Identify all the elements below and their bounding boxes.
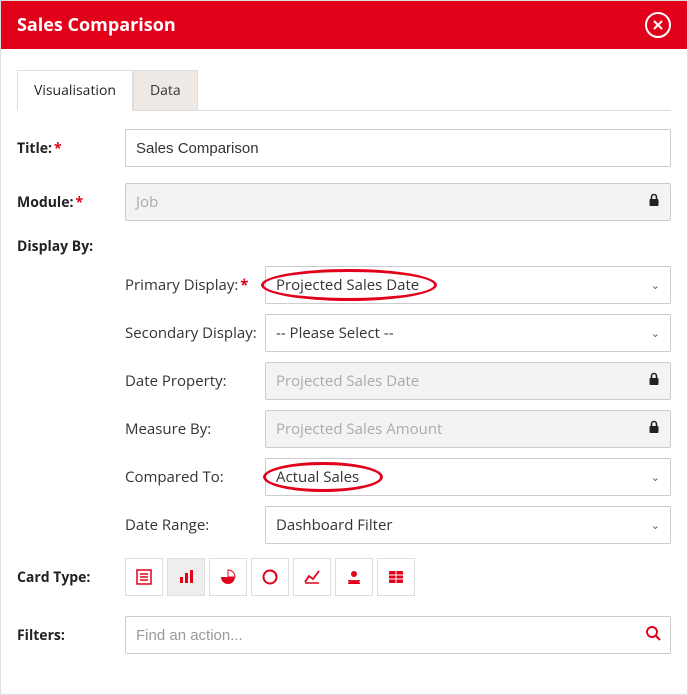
module-value: Job: [136, 192, 158, 212]
primary-display-value: Projected Sales Date: [276, 275, 419, 295]
lock-icon: [648, 192, 660, 212]
close-icon: [652, 19, 664, 31]
row-compared-to: Compared To: Actual Sales ⌄: [125, 458, 671, 496]
line-chart-icon: [303, 568, 321, 586]
row-filters: Filters:: [17, 616, 671, 654]
date-property-field: Projected Sales Date: [265, 362, 671, 400]
display-by-block: Primary Display:* Projected Sales Date ⌄…: [125, 266, 671, 544]
bar-chart-icon: [177, 568, 195, 586]
row-module: Module:* Job: [17, 183, 671, 221]
label-primary-display: Primary Display:*: [125, 275, 265, 295]
card-type-pie[interactable]: [209, 558, 247, 596]
chevron-down-icon: ⌄: [651, 518, 660, 533]
required-asterisk: *: [240, 275, 248, 295]
card-type-group: [125, 558, 671, 596]
list-icon: [135, 568, 153, 586]
row-card-type: Card Type:: [17, 558, 671, 596]
lock-icon: [648, 419, 660, 439]
tab-visualisation[interactable]: Visualisation: [17, 70, 133, 111]
chevron-down-icon: ⌄: [651, 326, 660, 341]
label-title: Title:*: [17, 139, 125, 158]
label-compared-to: Compared To:: [125, 467, 265, 487]
person-card-icon: [345, 568, 363, 586]
donut-chart-icon: [261, 568, 279, 586]
label-card-type: Card Type:: [17, 568, 125, 587]
card-type-line[interactable]: [293, 558, 331, 596]
measure-by-value: Projected Sales Amount: [276, 419, 442, 439]
card-type-list[interactable]: [125, 558, 163, 596]
row-primary-display: Primary Display:* Projected Sales Date ⌄: [125, 266, 671, 304]
table-icon: [387, 568, 405, 586]
title-input[interactable]: [125, 129, 671, 167]
label-filters: Filters:: [17, 626, 125, 645]
modal-title: Sales Comparison: [17, 13, 176, 37]
secondary-display-value: -- Please Select --: [276, 323, 394, 343]
close-button[interactable]: [645, 12, 671, 38]
tab-data[interactable]: Data: [133, 70, 198, 111]
measure-by-field: Projected Sales Amount: [265, 410, 671, 448]
label-module: Module:*: [17, 193, 125, 212]
row-title: Title:*: [17, 129, 671, 167]
required-asterisk: *: [75, 193, 83, 212]
card-type-person[interactable]: [335, 558, 373, 596]
row-display-by-label: Display By:: [17, 237, 671, 256]
date-range-select[interactable]: Dashboard Filter ⌄: [265, 506, 671, 544]
compared-to-value: Actual Sales: [276, 467, 359, 487]
filters-search-input[interactable]: [125, 616, 671, 654]
label-date-range: Date Range:: [125, 515, 265, 535]
primary-display-select[interactable]: Projected Sales Date ⌄: [265, 266, 671, 304]
row-measure-by: Measure By: Projected Sales Amount: [125, 410, 671, 448]
row-date-property: Date Property: Projected Sales Date: [125, 362, 671, 400]
lock-icon: [648, 371, 660, 391]
modal-body: Visualisation Data Title:* Module:* Job: [1, 49, 687, 694]
label-display-by: Display By:: [17, 237, 125, 256]
secondary-display-select[interactable]: -- Please Select -- ⌄: [265, 314, 671, 352]
date-range-value: Dashboard Filter: [276, 515, 393, 535]
row-secondary-display: Secondary Display: -- Please Select -- ⌄: [125, 314, 671, 352]
modal-container: Sales Comparison Visualisation Data Titl…: [0, 0, 688, 695]
card-type-bar[interactable]: [167, 558, 205, 596]
pie-chart-icon: [219, 568, 237, 586]
card-type-table[interactable]: [377, 558, 415, 596]
date-property-value: Projected Sales Date: [276, 371, 419, 391]
label-secondary-display: Secondary Display:: [125, 323, 265, 343]
chevron-down-icon: ⌄: [651, 470, 660, 485]
search-icon: [645, 624, 661, 646]
compared-to-select[interactable]: Actual Sales ⌄: [265, 458, 671, 496]
label-measure-by: Measure By:: [125, 419, 265, 439]
row-date-range: Date Range: Dashboard Filter ⌄: [125, 506, 671, 544]
tabs: Visualisation Data: [17, 69, 671, 111]
modal-header: Sales Comparison: [1, 1, 687, 49]
module-field: Job: [125, 183, 671, 221]
card-type-donut[interactable]: [251, 558, 289, 596]
chevron-down-icon: ⌄: [651, 278, 660, 293]
required-asterisk: *: [54, 139, 62, 158]
label-date-property: Date Property:: [125, 371, 265, 391]
